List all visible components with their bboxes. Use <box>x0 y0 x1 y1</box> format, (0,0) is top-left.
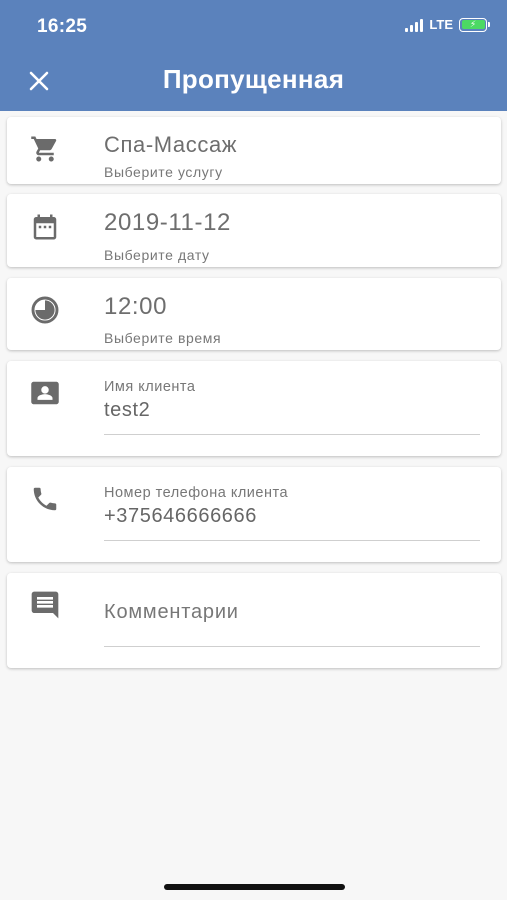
comment-input[interactable]: Комментарии <box>104 601 239 624</box>
battery-charging-icon: ⚡ <box>459 17 490 32</box>
date-hint: Выберите дату <box>104 247 210 263</box>
service-hint: Выберите услугу <box>104 164 223 180</box>
client-phone-input[interactable]: +375646666666 <box>104 505 257 528</box>
time-selector[interactable]: 12:00 Выберите время <box>7 278 501 350</box>
time-value: 12:00 <box>104 293 168 320</box>
status-indicators: LTE ⚡ <box>405 17 490 32</box>
client-phone-underline <box>104 540 480 541</box>
comment-underline <box>104 646 480 647</box>
phone-icon <box>29 483 61 515</box>
status-time: 16:25 <box>37 16 88 37</box>
client-phone-label: Номер телефона клиента <box>104 485 289 501</box>
calendar-icon <box>29 211 61 243</box>
service-value: Спа-Массаж <box>104 132 238 157</box>
client-name-card: Имя клиента test2 <box>7 361 501 456</box>
client-name-label: Имя клиента <box>104 379 196 395</box>
home-indicator[interactable] <box>164 884 345 890</box>
time-hint: Выберите время <box>104 330 222 346</box>
clock-icon <box>29 294 61 326</box>
date-value: 2019-11-12 <box>104 209 231 236</box>
page-title: Пропущенная <box>162 64 345 94</box>
service-selector[interactable]: Спа-Массаж Выберите услугу <box>7 117 501 184</box>
cart-icon <box>29 133 61 165</box>
signal-icon <box>405 18 424 32</box>
client-phone-card: Номер телефона клиента +375646666666 <box>7 467 501 562</box>
app-bar: 16:25 LTE ⚡ Пропущенная <box>0 0 507 111</box>
date-selector[interactable]: 2019-11-12 Выберите дату <box>7 194 501 267</box>
client-name-underline <box>104 434 480 435</box>
network-type: LTE <box>429 17 453 32</box>
contact-card-icon <box>29 377 61 409</box>
comment-icon <box>29 589 61 621</box>
client-name-input[interactable]: test2 <box>104 399 150 422</box>
comment-card: Комментарии <box>7 573 501 668</box>
